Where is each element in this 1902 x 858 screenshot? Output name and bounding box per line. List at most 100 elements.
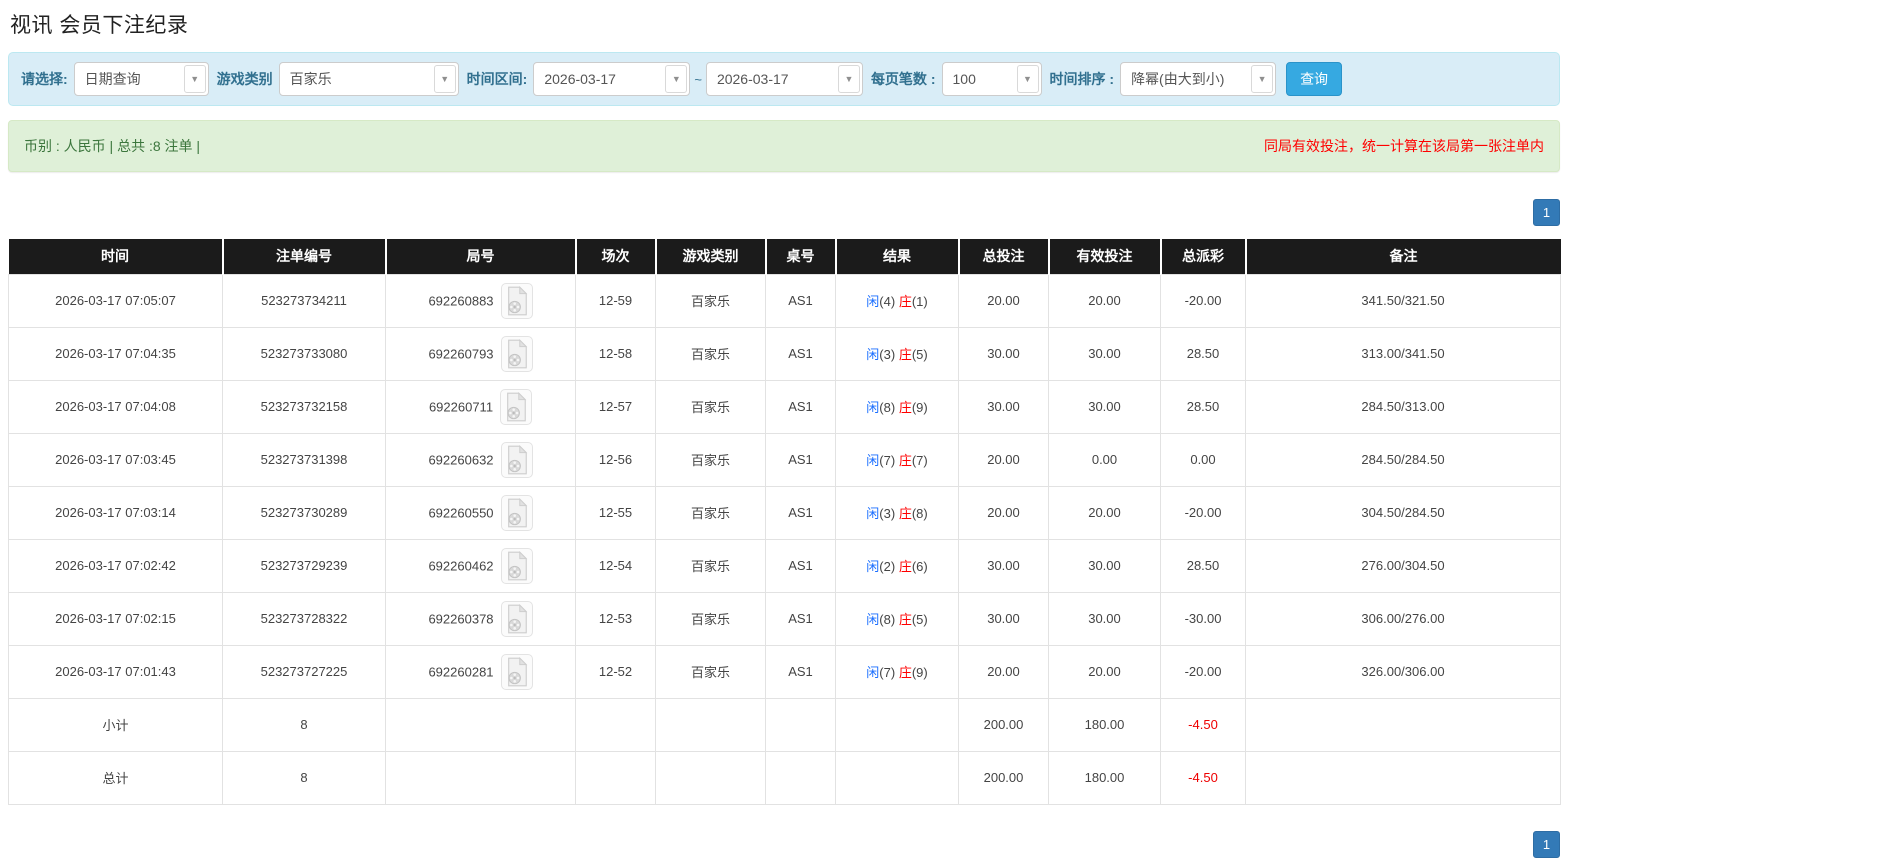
date-from-select[interactable]: 2026-03-17 ▼: [533, 62, 691, 96]
result-player-score: (8): [879, 612, 896, 627]
video-record-icon[interactable]: [500, 653, 533, 690]
bet-records-table: 时间 注单编号 局号 场次 游戏类别 桌号 结果 总投注 有效投注 总派彩 备注…: [8, 239, 1561, 805]
time-range-label: 时间区间:: [466, 71, 528, 87]
video-record-icon[interactable]: [500, 441, 533, 478]
col-header-total-bet: 总投注: [958, 239, 1050, 274]
cell-valid-bet: 30.00: [1048, 379, 1161, 434]
cell-valid-bet: 30.00: [1048, 538, 1161, 593]
pagination-bottom: 1: [8, 830, 1560, 858]
result-player-label: 闲: [866, 506, 880, 521]
cell-table-no: AS1: [765, 644, 836, 699]
page-size-label: 每页笔数 :: [870, 71, 936, 87]
table-row: 2026-03-17 07:04:08 523273732158 6922607…: [8, 379, 1561, 434]
result-player-score: (3): [879, 347, 896, 362]
cell-remark: 304.50/284.50: [1245, 485, 1561, 540]
video-record-icon[interactable]: [500, 547, 533, 584]
result-banker-score: (5): [911, 612, 928, 627]
cell-table-no: AS1: [765, 326, 836, 381]
subtotal-label: 小计: [8, 697, 223, 752]
cell-bet-no: 523273731398: [222, 432, 386, 487]
cell-valid-bet: 30.00: [1048, 326, 1161, 381]
cell-total-bet[interactable]: 30.00: [958, 591, 1049, 646]
cell-session: 12-53: [575, 591, 656, 646]
round-number: 692260462: [428, 558, 494, 573]
cell-time: 2026-03-17 07:02:15: [8, 591, 223, 646]
cell-total-bet[interactable]: 20.00: [958, 273, 1049, 328]
result-player-label: 闲: [866, 665, 880, 680]
page-1-button[interactable]: 1: [1533, 830, 1560, 858]
game-type-select[interactable]: 百家乐 ▼: [278, 62, 459, 96]
page-1-button[interactable]: 1: [1533, 199, 1560, 226]
result-banker-score: (9): [911, 400, 928, 415]
round-number: 692260281: [428, 664, 494, 679]
chevron-down-icon[interactable]: ▼: [433, 65, 456, 93]
chevron-down-icon[interactable]: ▼: [183, 65, 206, 93]
chevron-down-icon[interactable]: ▼: [1251, 65, 1274, 93]
grand-total-row: 总计 8 200.00 180.00 -4.50: [8, 750, 1561, 805]
bet-table-body: 2026-03-17 07:05:07 523273734211 6922608…: [8, 273, 1561, 699]
summary-bar: 币别 : 人民币 | 总共 :8 注单 | 同局有效投注，统一计算在该局第一张注…: [8, 120, 1560, 172]
result-banker-score: (6): [911, 559, 928, 574]
col-header-remark: 备注: [1245, 239, 1561, 274]
cell-session: 12-55: [575, 485, 656, 540]
round-number: 692260883: [428, 293, 494, 308]
col-header-session: 场次: [575, 239, 657, 274]
currency-total-text: 币别 : 人民币 | 总共 :8 注单 |: [24, 138, 201, 154]
cell-valid-bet: 20.00: [1048, 273, 1161, 328]
query-type-select[interactable]: 日期查询 ▼: [73, 62, 209, 96]
result-banker-label: 庄: [898, 347, 912, 362]
cell-result: 闲(2) 庄(6): [835, 538, 959, 593]
cell-round-no: 692260550: [385, 485, 576, 540]
cell-game-type: 百家乐: [655, 326, 766, 381]
chevron-down-icon[interactable]: ▼: [665, 65, 688, 93]
result-banker-label: 庄: [898, 506, 912, 521]
cell-payout: 28.50: [1160, 538, 1246, 593]
video-record-icon[interactable]: [500, 282, 533, 319]
time-sort-select[interactable]: 降幂(由大到小) ▼: [1120, 62, 1277, 96]
cell-valid-bet: 30.00: [1048, 591, 1161, 646]
grand-total-count: 8: [222, 750, 386, 805]
cell-time: 2026-03-17 07:01:43: [8, 644, 223, 699]
cell-total-bet[interactable]: 20.00: [958, 432, 1049, 487]
round-number: 692260793: [428, 346, 494, 361]
cell-bet-no: 523273730289: [222, 485, 386, 540]
date-to-select[interactable]: 2026-03-17 ▼: [705, 62, 863, 96]
cell-table-no: AS1: [765, 379, 836, 434]
round-number: 692260550: [428, 505, 494, 520]
video-record-icon[interactable]: [500, 494, 533, 531]
query-type-value: 日期查询: [84, 71, 141, 87]
cell-bet-no: 523273732158: [222, 379, 386, 434]
cell-remark: 341.50/321.50: [1245, 273, 1561, 328]
cell-total-bet[interactable]: 30.00: [958, 538, 1049, 593]
cell-time: 2026-03-17 07:03:14: [8, 485, 223, 540]
result-banker-score: (5): [911, 347, 928, 362]
video-record-icon[interactable]: [500, 600, 533, 637]
page-title: 视讯 会员下注纪录: [10, 14, 189, 37]
cell-time: 2026-03-17 07:02:42: [8, 538, 223, 593]
result-player-label: 闲: [866, 294, 880, 309]
cell-total-bet[interactable]: 30.00: [958, 379, 1049, 434]
video-record-icon[interactable]: [500, 335, 533, 372]
cell-total-bet[interactable]: 20.00: [958, 644, 1049, 699]
chevron-down-icon[interactable]: ▼: [1016, 65, 1039, 93]
cell-remark: 284.50/313.00: [1245, 379, 1561, 434]
cell-valid-bet: 0.00: [1048, 432, 1161, 487]
cell-table-no: AS1: [765, 273, 836, 328]
cell-payout: -30.00: [1160, 591, 1246, 646]
cell-game-type: 百家乐: [655, 538, 766, 593]
cell-total-bet[interactable]: 30.00: [958, 326, 1049, 381]
col-header-payout: 总派彩: [1160, 239, 1247, 274]
page-size-value: 100: [952, 71, 976, 87]
subtotal-count: 8: [222, 697, 386, 752]
page-size-select[interactable]: 100 ▼: [941, 62, 1042, 96]
cell-result: 闲(3) 庄(8): [835, 485, 959, 540]
subtotal-row: 小计 8 200.00 180.00 -4.50: [8, 697, 1561, 752]
cell-total-bet[interactable]: 20.00: [958, 485, 1049, 540]
video-record-icon[interactable]: [500, 388, 533, 425]
chevron-down-icon[interactable]: ▼: [837, 65, 860, 93]
col-header-valid-bet: 有效投注: [1048, 239, 1162, 274]
search-button[interactable]: 查询: [1286, 62, 1343, 96]
cell-payout: -20.00: [1160, 644, 1246, 699]
subtotal-valid-bet: 180.00: [1048, 697, 1161, 752]
cell-bet-no: 523273733080: [222, 326, 386, 381]
